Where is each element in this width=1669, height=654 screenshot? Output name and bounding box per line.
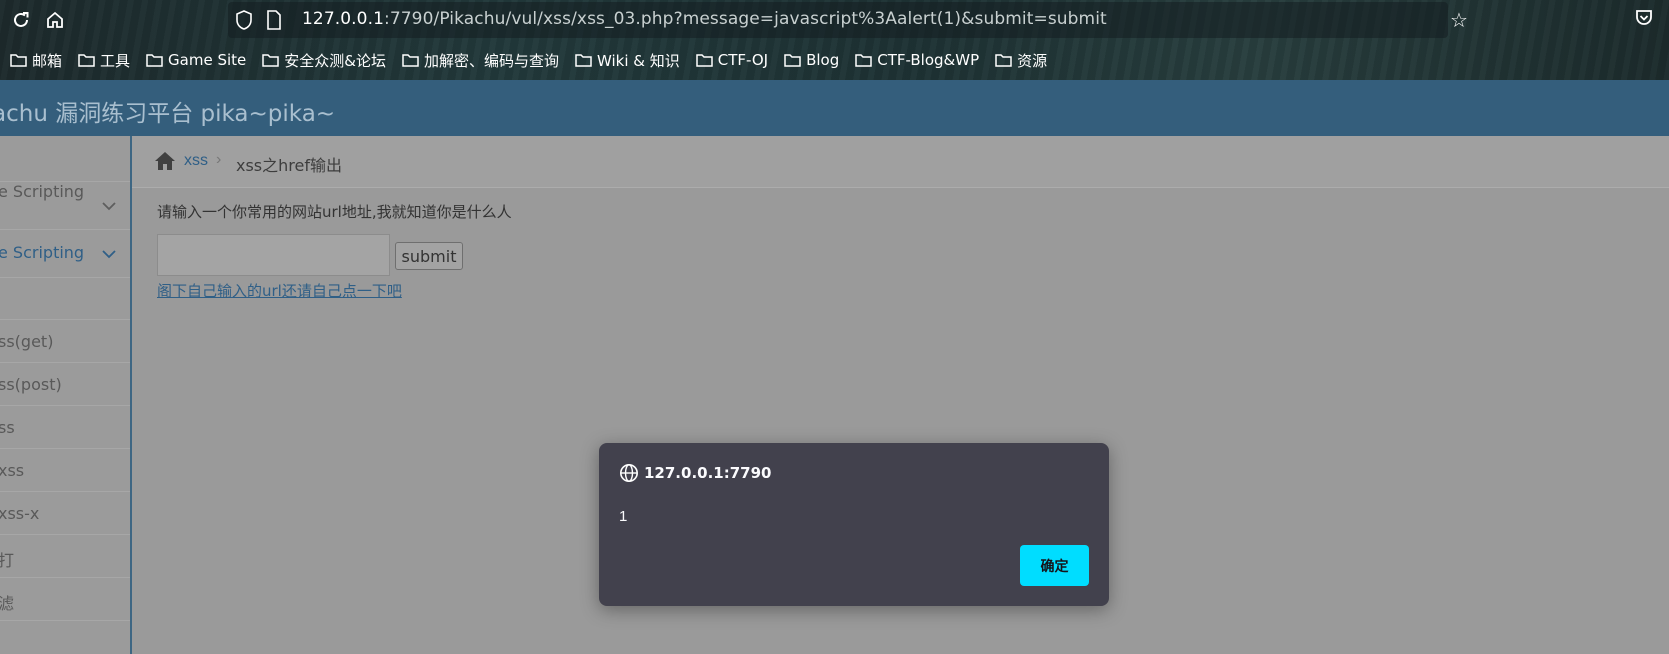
url-host: 127.0.0.1 [302, 9, 385, 29]
globe-icon [620, 464, 638, 482]
bookmark-label: 邮箱 [32, 51, 63, 70]
site-header: achu 漏洞练习平台 pika~pika~ [0, 80, 1669, 136]
bookmark-label: CTF-OJ [717, 51, 769, 69]
sidebar-item-xss-section[interactable]: e Scripting [0, 230, 130, 278]
bookmark-label: Wiki & 知识 [596, 51, 680, 70]
home-icon[interactable] [41, 6, 69, 34]
bookmark-folder[interactable]: 加解密、编码与查询 [402, 50, 559, 71]
folder-icon [855, 54, 872, 67]
bookmark-label: CTF-Blog&WP [877, 51, 980, 69]
dialog-origin: 127.0.0.1:7790 [644, 464, 772, 482]
folder-icon [696, 54, 713, 67]
bookmark-label: 工具 [100, 51, 131, 70]
dialog-message: 1 [619, 508, 628, 525]
sidebar-item-label: xss-x [0, 504, 40, 523]
bookmark-folder[interactable]: CTF-Blog&WP [855, 51, 979, 69]
alert-dialog: 127.0.0.1:7790 1 确定 [599, 443, 1109, 606]
url-path: :7790/Pikachu/vul/xss/xss_03.php?message… [384, 9, 1107, 29]
folder-icon [575, 54, 592, 67]
sidebar-item-label: ss(post) [0, 375, 62, 394]
bookmark-folder[interactable]: 安全众测&论坛 [262, 50, 386, 71]
browser-toolbar: 127.0.0.1:7790/Pikachu/vul/xss/xss_03.ph… [0, 0, 1669, 80]
breadcrumb-current: xss之href输出 [236, 156, 342, 175]
folder-icon [262, 54, 280, 67]
bookmark-folder[interactable]: Wiki & 知识 [575, 50, 680, 71]
breadcrumb-separator: › [216, 151, 222, 168]
sidebar-item-label: 打 [0, 551, 15, 570]
sidebar-item-label: ss [0, 418, 15, 437]
breadcrumb: xss › xss之href输出 [132, 136, 1669, 188]
folder-icon [402, 54, 419, 67]
sidebar-subitem[interactable]: xss [0, 449, 130, 492]
chevron-down-icon [102, 202, 116, 211]
bookmark-folder[interactable]: 邮箱 [10, 50, 62, 71]
chevron-down-icon [102, 250, 116, 259]
bookmark-label: 资源 [1017, 51, 1048, 70]
folder-icon [995, 54, 1012, 67]
sidebar-item-label: e Scripting [0, 243, 85, 262]
sidebar-subitem[interactable]: ss [0, 406, 130, 449]
sidebar: e Scripting e Scripting ss(get) ss(post)… [0, 136, 132, 654]
submit-button[interactable]: submit [395, 242, 463, 270]
bookmark-label: 安全众测&论坛 [284, 51, 386, 70]
sidebar-item-label: e Scripting [0, 182, 85, 201]
message-input[interactable] [157, 234, 390, 276]
result-link[interactable]: 阁下自己输入的url还请自己点一下吧 [157, 280, 402, 301]
sidebar-item-label: xss [0, 461, 25, 480]
url-text[interactable]: 127.0.0.1:7790/Pikachu/vul/xss/xss_03.ph… [302, 9, 1107, 29]
bookmark-folder[interactable]: CTF-OJ [696, 51, 768, 69]
folder-icon [78, 54, 95, 67]
page-icon[interactable] [264, 10, 284, 30]
breadcrumb-link-xss[interactable]: xss [184, 152, 208, 170]
bookmark-folder[interactable]: Blog [784, 51, 839, 69]
bookmark-folder[interactable]: 工具 [78, 50, 130, 71]
home-icon[interactable] [154, 151, 176, 171]
bookmark-folder[interactable]: 资源 [995, 50, 1047, 71]
sidebar-subitem[interactable] [0, 278, 130, 320]
sidebar-item-label: 滤 [0, 594, 15, 613]
form-prompt: 请输入一个你常用的网站url地址,我就知道你是什么人 [157, 203, 512, 221]
bookmarks-bar: 邮箱 工具 Game Site 安全众测&论坛 加解密、编码与查询 Wiki &… [0, 44, 1053, 76]
sidebar-subitem[interactable]: 打 [0, 535, 130, 578]
ok-button[interactable]: 确定 [1020, 545, 1089, 586]
reload-icon[interactable] [7, 6, 35, 34]
star-icon[interactable]: ☆ [1450, 8, 1468, 33]
bookmark-folder[interactable]: Game Site [146, 51, 246, 69]
folder-icon [146, 54, 163, 67]
sidebar-subitem[interactable]: ss(post) [0, 363, 130, 406]
pocket-icon[interactable] [1634, 8, 1656, 30]
bookmark-label: Game Site [168, 51, 247, 69]
bookmark-label: Blog [806, 51, 840, 69]
bookmark-label: 加解密、编码与查询 [423, 51, 559, 70]
sidebar-item-collapsed-section[interactable]: e Scripting [0, 182, 130, 230]
sidebar-subitem[interactable]: 滤 [0, 578, 130, 621]
site-title: achu 漏洞练习平台 pika~pika~ [0, 101, 336, 127]
shield-icon[interactable] [234, 10, 254, 30]
sidebar-subitem[interactable]: xss-x [0, 492, 130, 535]
sidebar-item-label: ss(get) [0, 332, 54, 351]
address-bar[interactable]: 127.0.0.1:7790/Pikachu/vul/xss/xss_03.ph… [228, 2, 1468, 38]
sidebar-subitem[interactable]: ss(get) [0, 320, 130, 363]
folder-icon [784, 54, 801, 67]
folder-icon [10, 54, 27, 67]
sidebar-item[interactable] [0, 136, 130, 182]
